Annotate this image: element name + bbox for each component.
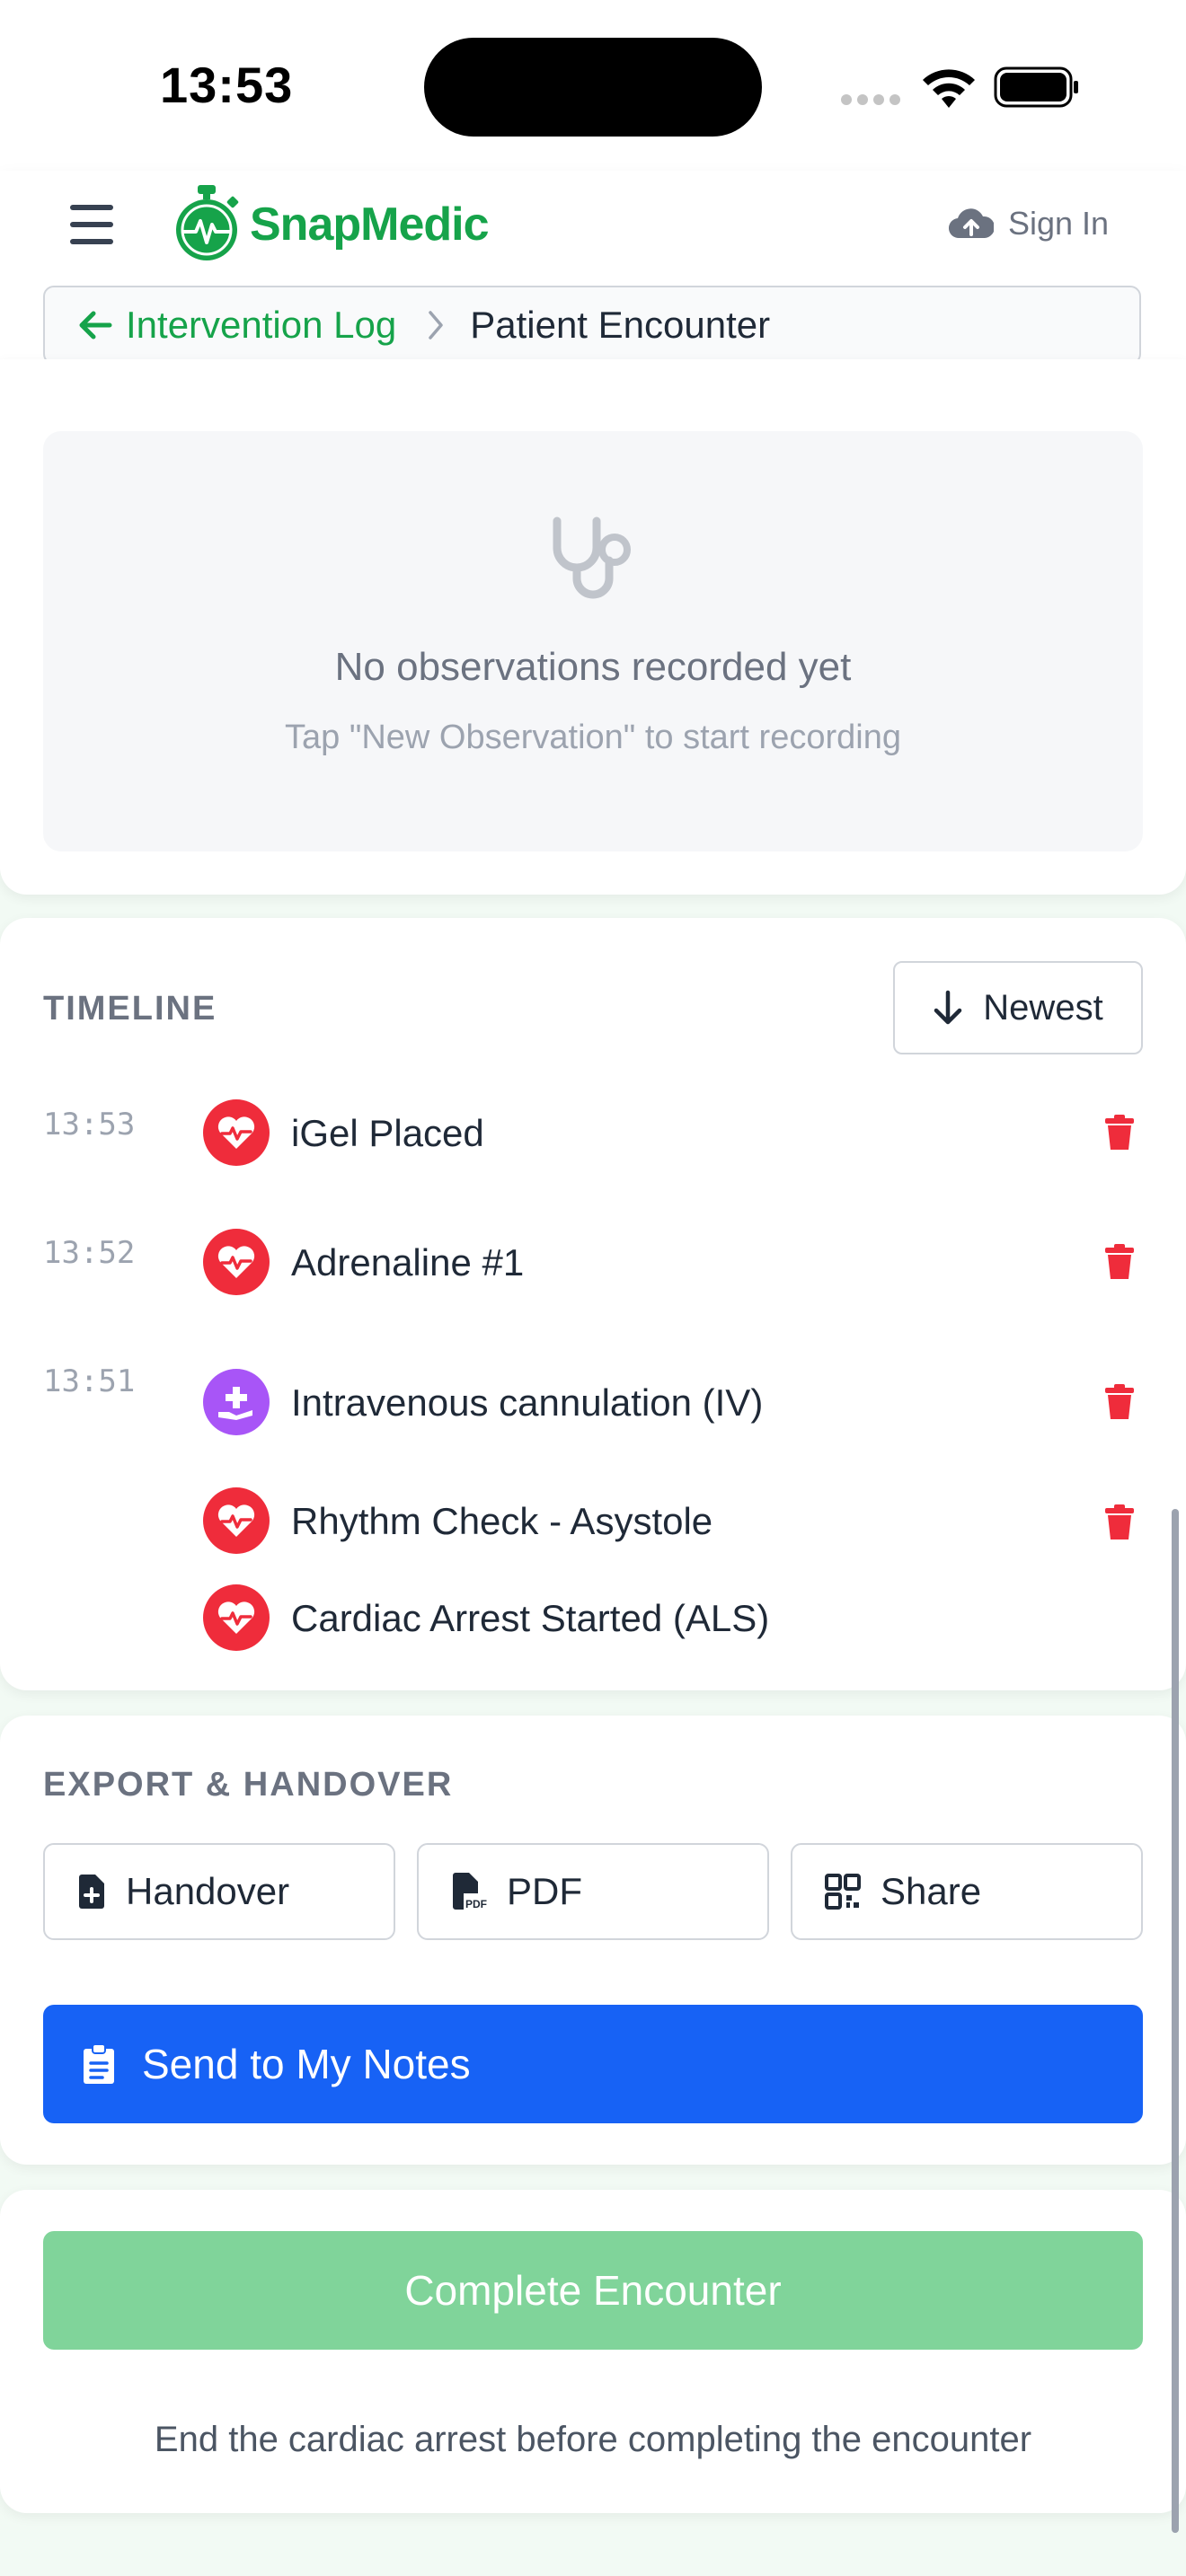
clipboard-icon (84, 2043, 114, 2084)
share-label: Share (881, 1870, 982, 1912)
qr-code-icon (825, 1874, 861, 1910)
stopwatch-logo-icon (176, 185, 239, 260)
arrow-left-icon (79, 311, 112, 340)
trash-icon[interactable] (1103, 1383, 1136, 1421)
export-title: EXPORT & HANDOVER (43, 1766, 454, 1804)
menu-button[interactable] (70, 205, 113, 244)
complete-encounter-button[interactable]: Complete Encounter (43, 2231, 1143, 2350)
sort-newest-button[interactable]: Newest (893, 961, 1143, 1054)
handover-button[interactable]: Handover (43, 1843, 395, 1940)
sort-newest-label: Newest (983, 987, 1103, 1028)
scrollbar[interactable] (1172, 1509, 1179, 2533)
battery-icon (994, 66, 1078, 108)
heart-pulse-icon (203, 1229, 270, 1295)
timeline-title: TIMELINE (43, 990, 217, 1028)
observations-empty-title: No observations recorded yet (334, 645, 852, 689)
file-pdf-icon: PDF (453, 1873, 487, 1910)
handover-label: Handover (126, 1870, 290, 1912)
status-time: 13:53 (160, 57, 294, 113)
status-bar: 13:53 (0, 0, 1186, 171)
timeline-entry-label: Intravenous cannulation (IV) (291, 1381, 764, 1424)
dynamic-island (424, 38, 762, 137)
heart-pulse-icon (203, 1487, 270, 1554)
trash-icon[interactable] (1103, 1504, 1136, 1541)
breadcrumb-current: Patient Encounter (470, 304, 771, 346)
wifi-icon (923, 69, 975, 108)
timeline-entry-label: iGel Placed (291, 1112, 484, 1154)
file-plus-icon (79, 1875, 104, 1909)
timeline-time: 13:52 (43, 1235, 136, 1271)
heart-pulse-icon (203, 1099, 270, 1166)
svg-text:PDF: PDF (465, 1898, 487, 1910)
chevron-right-icon (429, 311, 443, 340)
hand-medical-icon (203, 1369, 270, 1435)
pdf-label: PDF (507, 1870, 582, 1912)
timeline-entry-label: Adrenaline #1 (291, 1241, 525, 1284)
observations-empty-hint: Tap "New Observation" to start recording (285, 719, 901, 756)
breadcrumb-back-label: Intervention Log (126, 304, 397, 346)
app-logo-text: SnapMedic (250, 198, 489, 251)
timeline-time: 13:51 (43, 1363, 136, 1399)
send-to-notes-label: Send to My Notes (142, 2041, 471, 2087)
trash-icon[interactable] (1103, 1114, 1136, 1151)
observations-empty-state (43, 431, 1143, 851)
stethoscope-icon (553, 516, 631, 599)
send-to-notes-button[interactable]: Send to My Notes (43, 2005, 1143, 2123)
arrow-down-icon (934, 990, 962, 1025)
share-button[interactable]: Share (791, 1843, 1143, 1940)
timeline-entry-label: Cardiac Arrest Started (ALS) (291, 1597, 770, 1639)
cloud-upload-icon (949, 208, 994, 239)
cellular-signal-icon (841, 93, 906, 110)
pdf-button[interactable]: PDF PDF (417, 1843, 769, 1940)
complete-encounter-note: End the cardiac arrest before completing… (154, 2420, 1032, 2459)
complete-encounter-label: Complete Encounter (404, 2267, 782, 2314)
breadcrumb-back-link[interactable]: Intervention Log (77, 304, 396, 347)
timeline-entry-label: Rhythm Check - Asystole (291, 1500, 713, 1542)
heart-pulse-icon (203, 1584, 270, 1651)
breadcrumb: Intervention Log Patient Encounter (43, 286, 1141, 365)
trash-icon[interactable] (1103, 1243, 1136, 1281)
timeline-time: 13:53 (43, 1107, 136, 1142)
sign-in-label: Sign In (1008, 205, 1110, 242)
sign-in-button[interactable]: Sign In (949, 205, 1109, 243)
